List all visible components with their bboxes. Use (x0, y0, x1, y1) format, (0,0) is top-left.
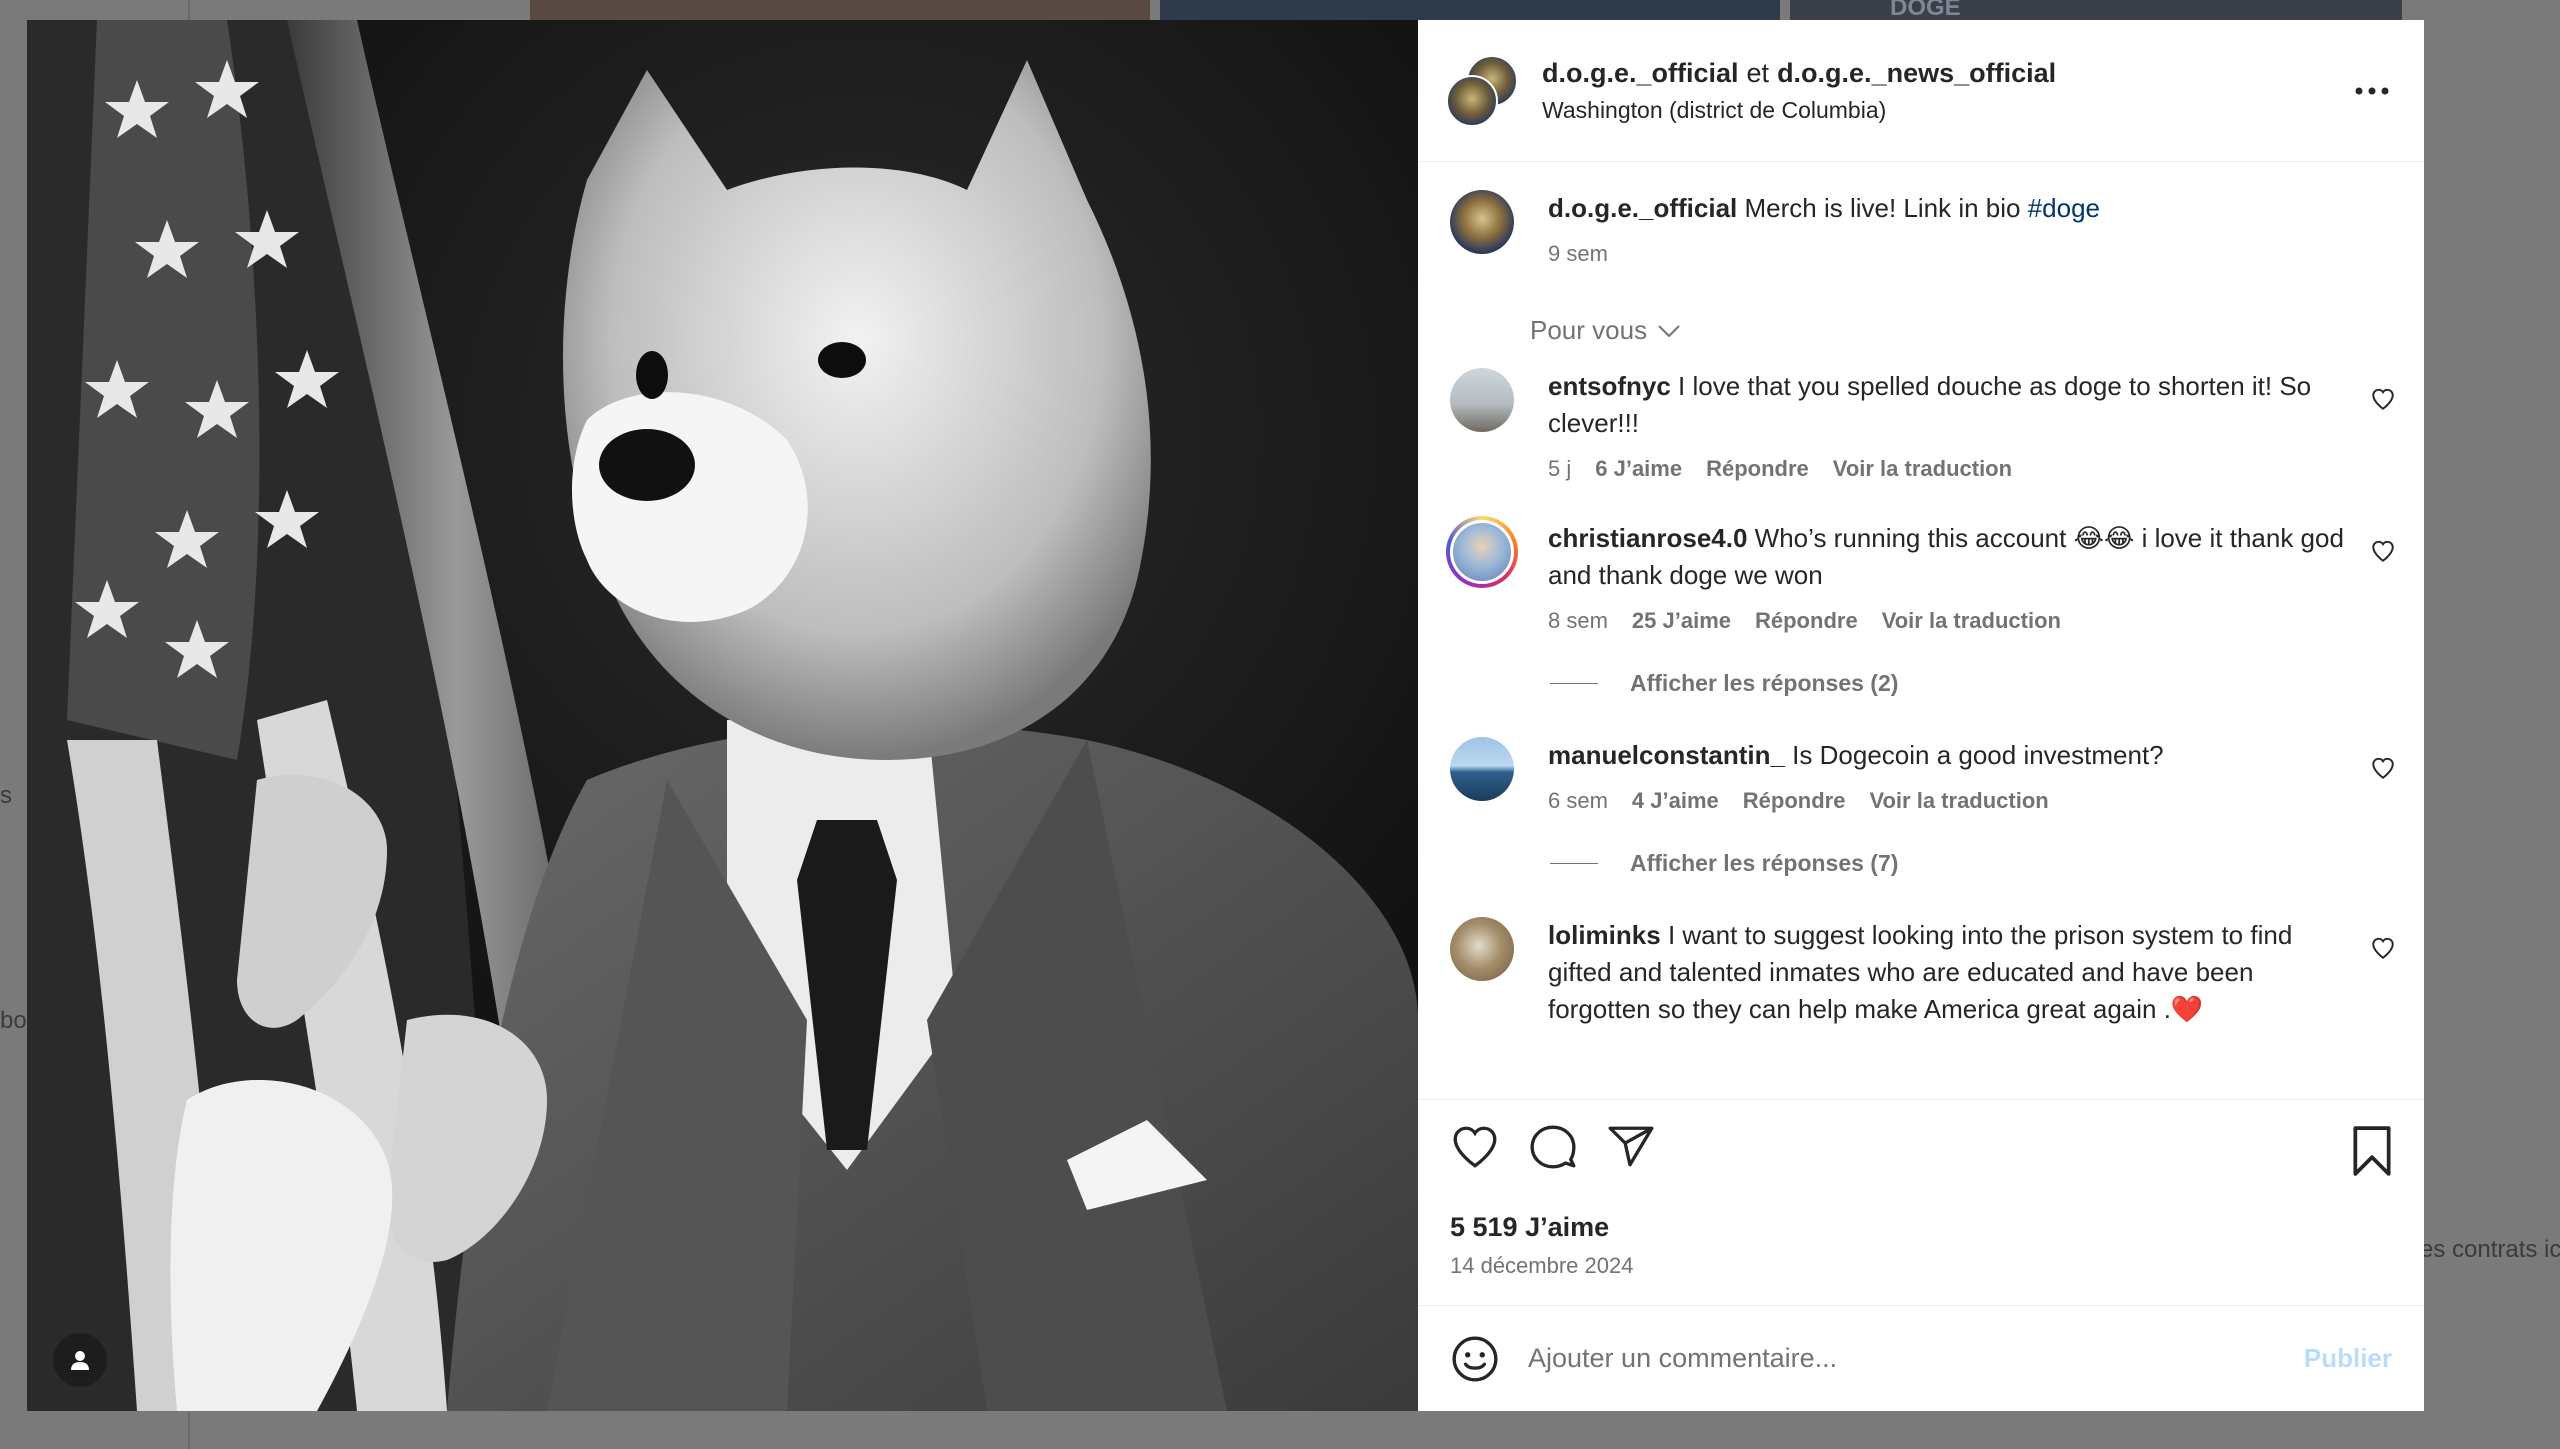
avatar[interactable] (1450, 737, 1514, 801)
translate-button[interactable]: Voir la traduction (1869, 788, 2048, 814)
more-options-icon (2355, 87, 2389, 94)
username-link[interactable]: manuelconstantin_ (1548, 740, 1785, 770)
avatar[interactable] (1450, 190, 1514, 254)
background-thumbnail: DOGE (1790, 0, 2402, 21)
view-replies-label: Afficher les réponses (7) (1630, 850, 1899, 876)
comment-body: entsofnyc I love that you spelled douche… (1548, 368, 2396, 482)
like-count[interactable]: 4 J’aime (1632, 788, 1719, 814)
heart-icon[interactable] (2370, 935, 2396, 961)
comment-text: manuelconstantin_ Is Dogecoin a good inv… (1548, 737, 2346, 774)
action-icons (1450, 1120, 2394, 1174)
hashtag-link[interactable]: #doge (2028, 193, 2100, 223)
username-link[interactable]: d.o.g.e._official (1542, 58, 1739, 89)
replies-divider (1550, 683, 1598, 684)
timestamp[interactable]: 8 sem (1548, 608, 1608, 634)
user-tag-icon (71, 1351, 89, 1370)
heart-icon[interactable] (2370, 755, 2396, 781)
comment-content: Is Dogecoin a good investment? (1792, 740, 2164, 770)
post-image[interactable] (27, 20, 1418, 1411)
background-text-fragment: es contrats ic (2420, 1236, 2560, 1263)
comment: entsofnyc I love that you spelled douche… (1450, 368, 2396, 482)
comment-text: christianrose4.0 Who’s running this acco… (1548, 520, 2346, 594)
add-comment-bar: Publier (1418, 1305, 2424, 1411)
header-text: d.o.g.e._official et d.o.g.e._news_offic… (1542, 58, 2350, 124)
collab-connector: et (1746, 57, 1770, 88)
comment: christianrose4.0 Who’s running this acco… (1446, 516, 2396, 634)
background-thumb-label: DOGE (1890, 0, 1961, 21)
background-text-fragment: s (0, 782, 12, 809)
comment-input[interactable] (1528, 1343, 2304, 1374)
post-details-panel: d.o.g.e._official et d.o.g.e._news_offic… (1418, 20, 2424, 1411)
bookmark-icon[interactable] (2350, 1126, 2394, 1176)
translate-button[interactable]: Voir la traduction (1882, 608, 2061, 634)
chevron-down-icon (1658, 324, 1680, 337)
comment-icon[interactable] (1528, 1122, 1578, 1172)
like-count[interactable]: 6 J’aime (1595, 456, 1682, 482)
comment-body: manuelconstantin_ Is Dogecoin a good inv… (1548, 737, 2396, 814)
timestamp[interactable]: 5 j (1548, 456, 1571, 482)
emoji-icon[interactable] (1450, 1334, 1500, 1384)
location-link[interactable]: Washington (district de Columbia) (1542, 97, 2350, 124)
comment-body: christianrose4.0 Who’s running this acco… (1548, 520, 2396, 634)
username-link[interactable]: christianrose4.0 (1548, 523, 1747, 553)
post-actions: 5 519 J’aime 14 décembre 2024 (1418, 1099, 2424, 1305)
comment-text: entsofnyc I love that you spelled douche… (1548, 368, 2346, 442)
post-date[interactable]: 14 décembre 2024 (1450, 1253, 2394, 1279)
avatar (1446, 74, 1498, 127)
filter-label: Pour vous (1530, 315, 1648, 345)
heart-icon[interactable] (2370, 386, 2396, 412)
heart-icon[interactable] (1450, 1122, 1500, 1172)
share-icon[interactable] (1606, 1122, 1656, 1172)
post-header: d.o.g.e._official et d.o.g.e._news_offic… (1418, 20, 2424, 162)
comment-meta: 6 sem 4 J’aime Répondre Voir la traducti… (1548, 788, 2346, 814)
timestamp[interactable]: 6 sem (1548, 788, 1608, 814)
replies-divider (1550, 863, 1598, 864)
comment-meta: 5 j 6 J’aime Répondre Voir la traduction (1548, 456, 2346, 482)
comment-meta: 8 sem 25 J’aime Répondre Voir la traduct… (1548, 608, 2346, 634)
reply-button[interactable]: Répondre (1755, 608, 1858, 634)
background-text-fragment: bo (0, 1007, 27, 1034)
caption-content: Merch is live! Link in bio (1744, 193, 2021, 223)
view-replies-label: Afficher les réponses (2) (1630, 670, 1899, 696)
doge-in-suit-illustration (27, 20, 1418, 1411)
caption-body: d.o.g.e._official Merch is live! Link in… (1548, 190, 2396, 267)
more-options-button[interactable] (2350, 69, 2394, 113)
view-replies-button[interactable]: Afficher les réponses (7) (1550, 850, 2396, 877)
collab-title: d.o.g.e._official et d.o.g.e._news_offic… (1542, 58, 2350, 89)
publish-button[interactable]: Publier (2304, 1343, 2392, 1374)
background-thumbnail (1160, 0, 1780, 20)
translate-button[interactable]: Voir la traduction (1833, 456, 2012, 482)
username-link[interactable]: loliminks (1548, 920, 1661, 950)
caption: d.o.g.e._official Merch is live! Link in… (1450, 190, 2396, 267)
avatar[interactable] (1450, 917, 1514, 981)
collab-avatars[interactable] (1446, 54, 1518, 127)
avatar[interactable] (1446, 516, 1518, 588)
view-replies-button[interactable]: Afficher les réponses (2) (1550, 670, 2396, 697)
like-count[interactable]: 25 J’aime (1632, 608, 1731, 634)
comment: manuelconstantin_ Is Dogecoin a good inv… (1450, 737, 2396, 814)
reply-button[interactable]: Répondre (1743, 788, 1846, 814)
timestamp[interactable]: 9 sem (1548, 241, 1608, 267)
username-link[interactable]: d.o.g.e._official (1548, 193, 1737, 223)
comment-body: loliminks I want to suggest looking into… (1548, 917, 2396, 1028)
reply-button[interactable]: Répondre (1706, 456, 1809, 482)
caption-text: d.o.g.e._official Merch is live! Link in… (1548, 190, 2346, 227)
post-modal: d.o.g.e._official et d.o.g.e._news_offic… (27, 20, 2424, 1411)
comment: loliminks I want to suggest looking into… (1450, 917, 2396, 1028)
heart-icon[interactable] (2370, 538, 2396, 564)
comment-text: loliminks I want to suggest looking into… (1548, 917, 2346, 1028)
username-link[interactable]: entsofnyc (1548, 371, 1671, 401)
comments-list[interactable]: d.o.g.e._official Merch is live! Link in… (1418, 162, 2424, 1099)
username-link[interactable]: d.o.g.e._news_official (1777, 58, 2056, 89)
caption-meta: 9 sem (1548, 241, 2346, 267)
tagged-users-button[interactable] (53, 1333, 107, 1387)
likes-count[interactable]: 5 519 J’aime (1450, 1212, 2394, 1243)
avatar[interactable] (1450, 368, 1514, 432)
comment-filter-dropdown[interactable]: Pour vous (1530, 315, 2396, 346)
background-thumbnail (530, 0, 1150, 20)
